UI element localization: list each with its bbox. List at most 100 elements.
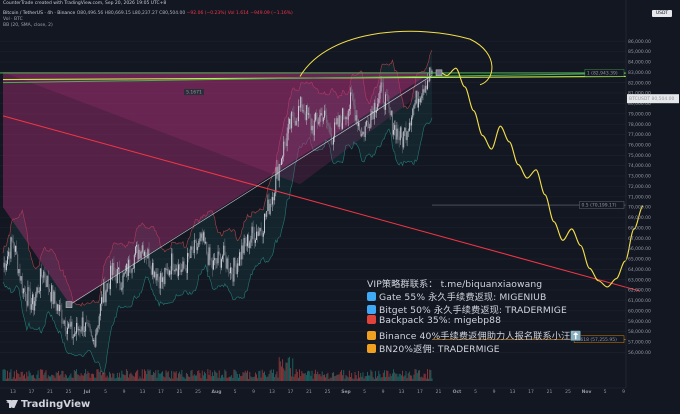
volume-bar xyxy=(148,370,150,381)
candle-body xyxy=(118,267,119,270)
candle-body xyxy=(389,107,391,116)
volume-bar xyxy=(80,373,82,381)
chart-canvas[interactable]: 5.1671 86,000.00 85,000.00 84,000.00 83,000.… xyxy=(0,0,680,414)
candle-body xyxy=(424,85,426,93)
volume-bar xyxy=(52,374,54,381)
candle-body xyxy=(399,127,401,141)
volume-bar xyxy=(334,376,336,381)
volume-bar xyxy=(208,374,210,381)
volume-bar xyxy=(218,370,220,381)
candle-body xyxy=(142,245,144,256)
candle-body xyxy=(283,141,285,157)
candle-body xyxy=(29,288,31,310)
volume-bar xyxy=(337,374,339,381)
volume-legend[interactable]: Vol · BTC xyxy=(3,17,23,22)
candle-body xyxy=(396,128,398,140)
candle-body xyxy=(313,120,315,136)
volume-bar xyxy=(233,369,235,381)
volume-bar xyxy=(260,377,262,381)
volume-bar xyxy=(368,375,370,381)
candle-body xyxy=(337,118,339,127)
volume-bar xyxy=(284,370,286,381)
volume-bar xyxy=(262,372,264,381)
volume-bar xyxy=(132,375,134,381)
volume-bar xyxy=(258,371,260,381)
volume-bar xyxy=(104,372,106,381)
candle-body xyxy=(361,133,363,137)
candle-body xyxy=(129,259,131,273)
candle-body xyxy=(163,277,165,284)
volume-bar xyxy=(227,377,229,381)
candle-body xyxy=(65,330,67,334)
volume-bar xyxy=(317,371,319,381)
volume-bar xyxy=(373,378,375,381)
candle-body xyxy=(340,122,342,129)
volume-bar xyxy=(346,376,348,381)
candle-body xyxy=(221,259,222,268)
candle-body xyxy=(120,283,122,290)
candle-body xyxy=(304,113,306,120)
volume-bar xyxy=(113,373,115,381)
volume-bar xyxy=(16,369,18,381)
volume-bar xyxy=(94,377,96,381)
candle-body xyxy=(279,164,281,166)
volume-bar xyxy=(415,369,417,381)
candle-body xyxy=(427,80,428,90)
volume-bar xyxy=(30,375,32,381)
volume-bar xyxy=(211,372,213,381)
volume-bar xyxy=(69,375,71,381)
candle-body xyxy=(98,316,100,326)
volume-bar xyxy=(213,375,214,381)
volume-bar xyxy=(31,375,33,381)
volume-bar xyxy=(391,373,393,381)
volume-bar xyxy=(283,368,285,381)
symbol-name[interactable]: Bitcoin / TetherUS · 4h · Binance xyxy=(3,11,75,16)
candle-body xyxy=(198,240,200,247)
volume-bar xyxy=(261,369,263,381)
volume-bar xyxy=(183,377,185,381)
candle-body xyxy=(364,125,366,138)
volume-bar xyxy=(84,373,85,381)
candle-body xyxy=(225,255,227,269)
volume-bar xyxy=(134,372,136,381)
volume-bar xyxy=(325,377,327,381)
candle-body xyxy=(314,112,316,121)
volume-bar xyxy=(228,376,230,381)
candle-body xyxy=(309,113,311,118)
volume-bar xyxy=(149,369,151,381)
y-tick-label: 60,000.00 xyxy=(628,308,651,314)
candle-body xyxy=(94,340,96,347)
candle-body xyxy=(13,243,15,252)
volume-bar xyxy=(189,376,191,381)
y-tick-label: 67,000.00 xyxy=(628,236,651,242)
y-tick-label: 82,000.00 xyxy=(628,80,651,86)
volume-bar xyxy=(138,378,140,381)
x-tick-label: Oct xyxy=(453,389,462,395)
currency-badge[interactable]: USDT xyxy=(652,10,672,17)
volume-bar xyxy=(376,377,377,381)
volume-bar xyxy=(114,378,116,381)
bollinger-legend[interactable]: BB (20, SMA, close, 2) xyxy=(3,23,53,28)
volume-bar xyxy=(91,373,93,381)
volume-bar xyxy=(217,377,219,381)
candle-body xyxy=(385,94,387,110)
promo-line: Backpack 35%: migebp88 xyxy=(367,315,501,326)
candle-body xyxy=(259,227,261,232)
candle-body xyxy=(331,143,333,145)
volume-bar xyxy=(412,378,414,381)
volume-bar xyxy=(422,377,424,381)
volume-bar xyxy=(305,375,307,381)
volume-bar xyxy=(413,374,415,381)
volume-bar xyxy=(278,357,280,381)
candle-body xyxy=(265,213,267,217)
candle-body xyxy=(240,252,242,260)
candle-body xyxy=(77,322,79,331)
x-tick-label: 17 xyxy=(29,389,35,395)
volume-bar xyxy=(55,372,57,381)
x-tick-label: 25 xyxy=(66,389,72,395)
candle-body xyxy=(26,300,28,306)
x-tick-label: 17 xyxy=(158,389,164,395)
candle-body xyxy=(227,258,229,272)
candle-body xyxy=(226,258,228,269)
candle-body xyxy=(196,240,198,251)
